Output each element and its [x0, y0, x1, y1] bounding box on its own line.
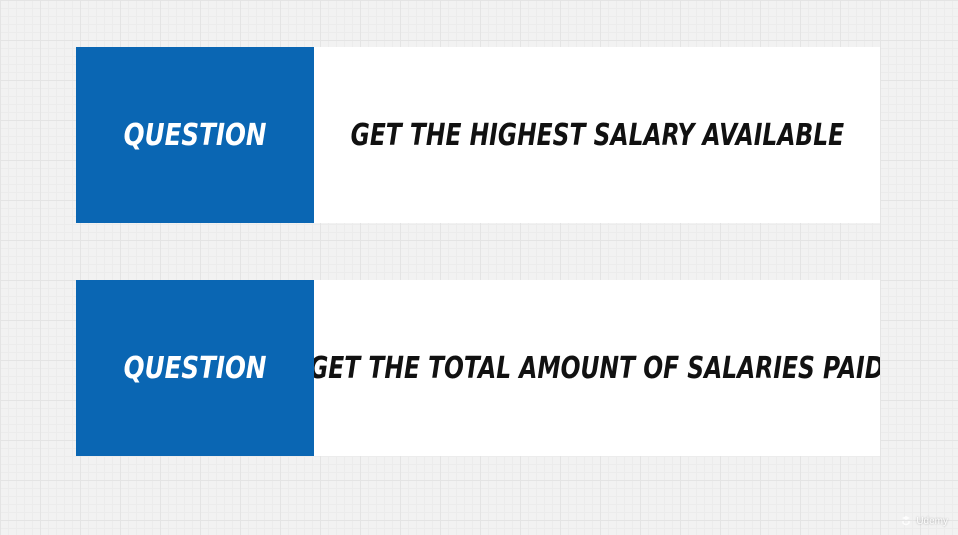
question-label-box: QUESTION: [76, 280, 314, 456]
question-card-2: QUESTION GET THE TOTAL AMOUNT OF SALARIE…: [76, 280, 880, 456]
watermark-text: Udemy: [916, 515, 948, 527]
question-text-box: GET THE TOTAL AMOUNT OF SALARIES PAID: [314, 280, 880, 456]
question-text: GET THE TOTAL AMOUNT OF SALARIES PAID: [314, 350, 880, 386]
question-text: GET THE HIGHEST SALARY AVAILABLE: [350, 117, 844, 153]
question-label-box: QUESTION: [76, 47, 314, 223]
question-text-box: GET THE HIGHEST SALARY AVAILABLE: [314, 47, 880, 223]
slide: QUESTION GET THE HIGHEST SALARY AVAILABL…: [0, 0, 958, 535]
watermark: Udemy: [900, 515, 948, 527]
question-card-1: QUESTION GET THE HIGHEST SALARY AVAILABL…: [76, 47, 880, 223]
question-label: QUESTION: [123, 117, 267, 153]
udemy-logo-icon: [900, 515, 912, 527]
question-label: QUESTION: [123, 350, 267, 386]
